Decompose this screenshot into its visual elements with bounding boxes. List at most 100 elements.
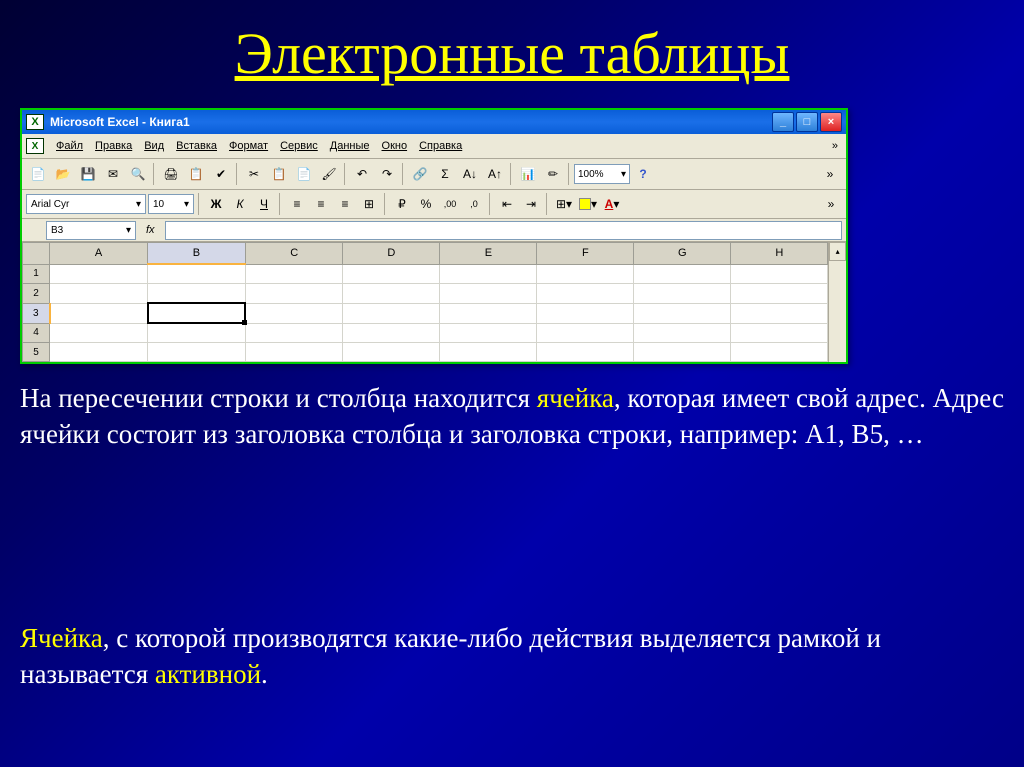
decrease-indent-icon[interactable]: ⇤ xyxy=(496,193,518,215)
row-header-4[interactable]: 4 xyxy=(23,323,50,343)
cell[interactable] xyxy=(634,284,731,304)
minimize-button[interactable]: _ xyxy=(772,112,794,132)
scroll-track[interactable] xyxy=(829,261,846,362)
cell[interactable] xyxy=(50,343,148,362)
cell[interactable] xyxy=(245,284,342,304)
col-header-d[interactable]: D xyxy=(343,243,440,265)
col-header-b[interactable]: B xyxy=(148,243,246,265)
underline-button[interactable]: Ч xyxy=(253,193,275,215)
cell[interactable] xyxy=(440,303,537,323)
cell[interactable] xyxy=(343,323,440,343)
col-header-e[interactable]: E xyxy=(440,243,537,265)
close-button[interactable]: × xyxy=(820,112,842,132)
cell[interactable] xyxy=(731,303,828,323)
save-icon[interactable]: 💾 xyxy=(76,162,100,186)
redo-icon[interactable]: ↷ xyxy=(375,162,399,186)
col-header-h[interactable]: H xyxy=(731,243,828,265)
cell[interactable] xyxy=(245,303,342,323)
percent-icon[interactable]: % xyxy=(415,193,437,215)
cell[interactable] xyxy=(343,303,440,323)
cell[interactable] xyxy=(50,323,148,343)
cell[interactable] xyxy=(245,343,342,362)
autosum-icon[interactable]: Σ xyxy=(433,162,457,186)
cell[interactable] xyxy=(537,323,634,343)
bold-button[interactable]: Ж xyxy=(205,193,227,215)
cell[interactable] xyxy=(440,323,537,343)
font-color-icon[interactable]: A▾ xyxy=(601,193,623,215)
cell[interactable] xyxy=(537,343,634,362)
paste-icon[interactable]: 📄 xyxy=(292,162,316,186)
row-header-3[interactable]: 3 xyxy=(23,303,50,323)
increase-indent-icon[interactable]: ⇥ xyxy=(520,193,542,215)
cell[interactable] xyxy=(731,264,828,284)
cell[interactable] xyxy=(731,343,828,362)
menu-overflow-icon[interactable]: » xyxy=(828,140,842,152)
menu-help[interactable]: Справка xyxy=(413,138,468,154)
col-header-g[interactable]: G xyxy=(634,243,731,265)
align-right-icon[interactable]: ≡ xyxy=(334,193,356,215)
doc-icon[interactable]: X xyxy=(26,138,44,154)
font-dropdown[interactable]: Arial Cyr▾ xyxy=(26,194,146,214)
increase-decimal-icon[interactable]: ,00 xyxy=(439,193,461,215)
menu-view[interactable]: Вид xyxy=(138,138,170,154)
hyperlink-icon[interactable]: 🔗 xyxy=(408,162,432,186)
search-icon[interactable]: 🔍 xyxy=(126,162,150,186)
cell[interactable] xyxy=(537,284,634,304)
spell-check-icon[interactable]: ✔ xyxy=(209,162,233,186)
align-left-icon[interactable]: ≡ xyxy=(286,193,308,215)
cell[interactable] xyxy=(440,264,537,284)
menu-edit[interactable]: Правка xyxy=(89,138,138,154)
merge-center-icon[interactable]: ⊞ xyxy=(358,193,380,215)
cell[interactable] xyxy=(537,303,634,323)
fx-label[interactable]: fx xyxy=(146,224,155,236)
zoom-dropdown[interactable]: 100%▾ xyxy=(574,164,630,184)
new-file-icon[interactable]: 📄 xyxy=(26,162,50,186)
print-icon[interactable]: 🖨 xyxy=(159,162,183,186)
menu-data[interactable]: Данные xyxy=(324,138,376,154)
row-header-5[interactable]: 5 xyxy=(23,343,50,362)
chart-icon[interactable]: 📊 xyxy=(516,162,540,186)
cell[interactable] xyxy=(343,343,440,362)
sort-asc-icon[interactable]: A↓ xyxy=(458,162,482,186)
cell[interactable] xyxy=(148,343,246,362)
cell[interactable] xyxy=(634,264,731,284)
cell[interactable] xyxy=(50,284,148,304)
undo-icon[interactable]: ↶ xyxy=(350,162,374,186)
maximize-button[interactable]: □ xyxy=(796,112,818,132)
cut-icon[interactable]: ✂ xyxy=(242,162,266,186)
formula-input[interactable] xyxy=(165,221,842,240)
cell[interactable] xyxy=(634,343,731,362)
currency-icon[interactable]: ₽ xyxy=(391,193,413,215)
col-header-a[interactable]: A xyxy=(50,243,148,265)
menu-insert[interactable]: Вставка xyxy=(170,138,223,154)
cell[interactable] xyxy=(50,264,148,284)
italic-button[interactable]: К xyxy=(229,193,251,215)
vertical-scrollbar[interactable]: ▴ xyxy=(828,242,846,362)
cell[interactable] xyxy=(731,284,828,304)
open-file-icon[interactable]: 📂 xyxy=(51,162,75,186)
name-box[interactable]: B3▾ xyxy=(46,221,136,240)
print-preview-icon[interactable]: 📋 xyxy=(184,162,208,186)
align-center-icon[interactable]: ≡ xyxy=(310,193,332,215)
drawing-icon[interactable]: ✏ xyxy=(541,162,565,186)
row-header-1[interactable]: 1 xyxy=(23,264,50,284)
menu-tools[interactable]: Сервис xyxy=(274,138,324,154)
select-all-corner[interactable] xyxy=(23,243,50,265)
cell[interactable] xyxy=(148,264,246,284)
cell[interactable] xyxy=(440,343,537,362)
menu-format[interactable]: Формат xyxy=(223,138,274,154)
sort-desc-icon[interactable]: A↑ xyxy=(483,162,507,186)
cell[interactable] xyxy=(148,323,246,343)
cell[interactable] xyxy=(440,284,537,304)
cell[interactable] xyxy=(634,323,731,343)
active-cell-b3[interactable] xyxy=(148,303,246,323)
col-header-c[interactable]: C xyxy=(245,243,342,265)
cell[interactable] xyxy=(50,303,148,323)
cell[interactable] xyxy=(343,264,440,284)
cell[interactable] xyxy=(245,323,342,343)
cell[interactable] xyxy=(537,264,634,284)
borders-icon[interactable]: ⊞▾ xyxy=(553,193,575,215)
menu-file[interactable]: Файл xyxy=(50,138,89,154)
email-icon[interactable]: ✉ xyxy=(101,162,125,186)
fill-color-icon[interactable]: ▾ xyxy=(577,193,599,215)
